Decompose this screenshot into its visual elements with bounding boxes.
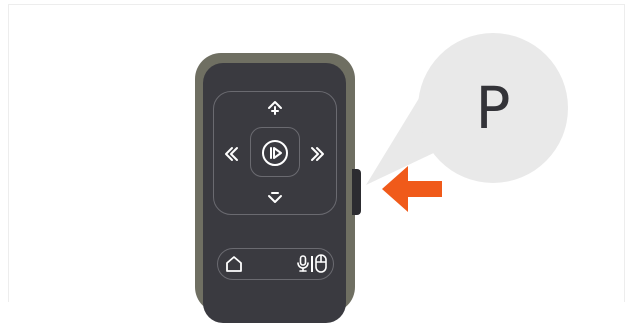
volume-up-arrow-icon[interactable] xyxy=(266,99,284,121)
volume-down-arrow-icon[interactable] xyxy=(266,187,284,209)
home-icon[interactable] xyxy=(225,256,243,276)
play-pause-icon xyxy=(261,139,289,171)
icon-divider xyxy=(311,256,313,272)
next-icon[interactable] xyxy=(309,145,327,167)
previous-icon[interactable] xyxy=(222,145,240,167)
indicator-led xyxy=(75,76,81,82)
mouse-icon[interactable] xyxy=(315,254,327,277)
key-callout-letter: P xyxy=(475,74,511,142)
microphone-icon[interactable] xyxy=(296,255,310,277)
side-key-button[interactable] xyxy=(352,169,361,215)
pointer-arrow-icon xyxy=(382,166,444,216)
